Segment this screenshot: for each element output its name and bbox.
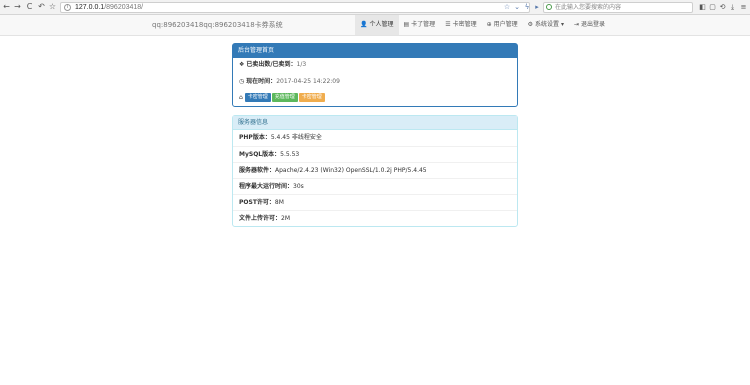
menu-item-card-type[interactable]: ▤ 卡了管理 — [399, 15, 441, 35]
reload-icon[interactable]: C — [25, 2, 34, 12]
restore-icon[interactable]: ⟲ — [718, 2, 727, 12]
card-manage-button[interactable]: 卡密管理 — [244, 93, 271, 102]
logout-icon: ⇥ — [573, 21, 579, 28]
menu-label: 卡密管理 — [452, 21, 477, 28]
browser-toolbar: ← → C ↶ ☆ i 127.0.0.1/896203418/ ☆ ⌄ ϟ ▸… — [0, 0, 750, 15]
menu-label: 退出登录 — [580, 21, 605, 28]
menu-icon[interactable]: ≡ — [739, 2, 748, 12]
time-label: 现在时间： — [246, 78, 277, 85]
star-icon[interactable]: ☆ — [48, 2, 57, 12]
list-item: 程序最大运行时间：30s — [233, 178, 517, 194]
menu-item-users[interactable]: ⊕ 用户管理 — [482, 15, 523, 35]
list-icon: ☰ — [445, 21, 451, 28]
users-icon: ⊕ — [486, 21, 492, 28]
lightning-icon[interactable]: ϟ — [523, 3, 531, 11]
address-bar[interactable]: i 127.0.0.1/896203418/ — [60, 2, 530, 13]
menu-item-card-code[interactable]: ☰ 卡密管理 — [440, 15, 481, 35]
play-icon[interactable]: ▸ — [533, 3, 541, 11]
browser-search-input[interactable]: 在此输入您要搜索的内容 — [543, 2, 693, 13]
list-item: MySQL版本：5.5.53 — [233, 146, 517, 162]
panel-title: 后台管理首页 — [233, 44, 517, 58]
sales-value: 1/3 — [296, 61, 307, 68]
row-label: 文件上传许可： — [239, 215, 282, 222]
row-value: 5.4.45 非线程安全 — [270, 134, 322, 141]
user-icon: 👤 — [360, 21, 368, 28]
row-value: 8M — [274, 199, 284, 206]
recharge-manage-button[interactable]: 充值管理 — [271, 93, 298, 102]
list-item: 服务器软件：Apache/2.4.23 (Win32) OpenSSL/1.0.… — [233, 162, 517, 178]
list-item: POST许可：8M — [233, 194, 517, 210]
row-value: 2M — [281, 215, 291, 222]
menu-label: 系统设置 ▾ — [535, 21, 564, 28]
card-icon: ▤ — [403, 21, 410, 28]
search-placeholder: 在此输入您要搜索的内容 — [555, 4, 622, 11]
menu-item-personal[interactable]: 👤 个人管理 — [355, 15, 399, 35]
menu-item-settings[interactable]: ⚙ 系统设置 ▾ — [523, 15, 569, 35]
row-label: MySQL版本： — [239, 151, 281, 158]
admin-home-panel: 后台管理首页 ❖ 已卖出数/已卖到：1/3 ◷ 现在时间：2017-04-25 … — [232, 43, 518, 107]
main-menu: 👤 个人管理 ▤ 卡了管理 ☰ 卡密管理 ⊕ 用户管理 ⚙ 系统设置 ▾ ⇥ 退出登录 — [355, 15, 610, 35]
row-label: PHP版本： — [239, 134, 271, 141]
panel-title: 服务器信息 — [233, 116, 517, 130]
menu-item-logout[interactable]: ⇥ 退出登录 — [569, 15, 610, 35]
row-value: 5.5.53 — [280, 151, 300, 158]
search-engine-icon — [546, 4, 552, 10]
row-value: Apache/2.4.23 (Win32) OpenSSL/1.0.2j PHP… — [275, 167, 427, 174]
undo-icon[interactable]: ↶ — [37, 2, 46, 12]
row-value: 30s — [293, 183, 304, 190]
card-code-manage-button[interactable]: 卡密管理 — [298, 93, 325, 102]
quick-links-row: ⌂ 卡密管理 充值管理 卡密管理 — [239, 93, 326, 103]
bookmark-star-icon[interactable]: ☆ — [503, 3, 511, 11]
url-path: /896203418/ — [104, 4, 144, 11]
clock-icon: ◷ — [239, 78, 245, 85]
dropdown-icon[interactable]: ⌄ — [513, 3, 521, 11]
page-icon[interactable]: ▢ — [708, 2, 717, 12]
download-icon[interactable]: ⤓ — [728, 2, 737, 12]
list-item: PHP版本：5.4.45 非线程安全 — [233, 130, 517, 146]
url-host: 127.0.0.1 — [75, 4, 105, 11]
time-value: 2017-04-25 14:22:09 — [276, 78, 340, 85]
row-label: POST许可： — [239, 199, 275, 206]
tag-icon: ❖ — [239, 61, 245, 68]
row-label: 程序最大运行时间： — [239, 183, 294, 190]
row-label: 服务器软件： — [239, 167, 276, 174]
sales-row: ❖ 已卖出数/已卖到：1/3 — [239, 60, 306, 70]
sales-label: 已卖出数/已卖到： — [246, 61, 297, 68]
shield-icon[interactable]: ◧ — [698, 2, 707, 12]
time-row: ◷ 现在时间：2017-04-25 14:22:09 — [239, 77, 340, 87]
back-icon[interactable]: ← — [2, 2, 11, 12]
brand-title[interactable]: qq:896203418qq:896203418卡券系统 — [152, 15, 283, 35]
forward-icon[interactable]: → — [13, 2, 22, 12]
menu-label: 个人管理 — [369, 21, 394, 28]
app-navbar: qq:896203418qq:896203418卡券系统 👤 个人管理 ▤ 卡了管理… — [0, 15, 750, 36]
menu-label: 卡了管理 — [411, 21, 436, 28]
home-icon: ⌂ — [239, 94, 243, 101]
menu-label: 用户管理 — [493, 21, 518, 28]
gear-icon: ⚙ — [527, 21, 534, 28]
site-info-icon[interactable]: i — [64, 4, 71, 11]
server-info-panel: 服务器信息 PHP版本：5.4.45 非线程安全 MySQL版本：5.5.53 … — [232, 115, 518, 227]
list-item: 文件上传许可：2M — [233, 210, 517, 226]
